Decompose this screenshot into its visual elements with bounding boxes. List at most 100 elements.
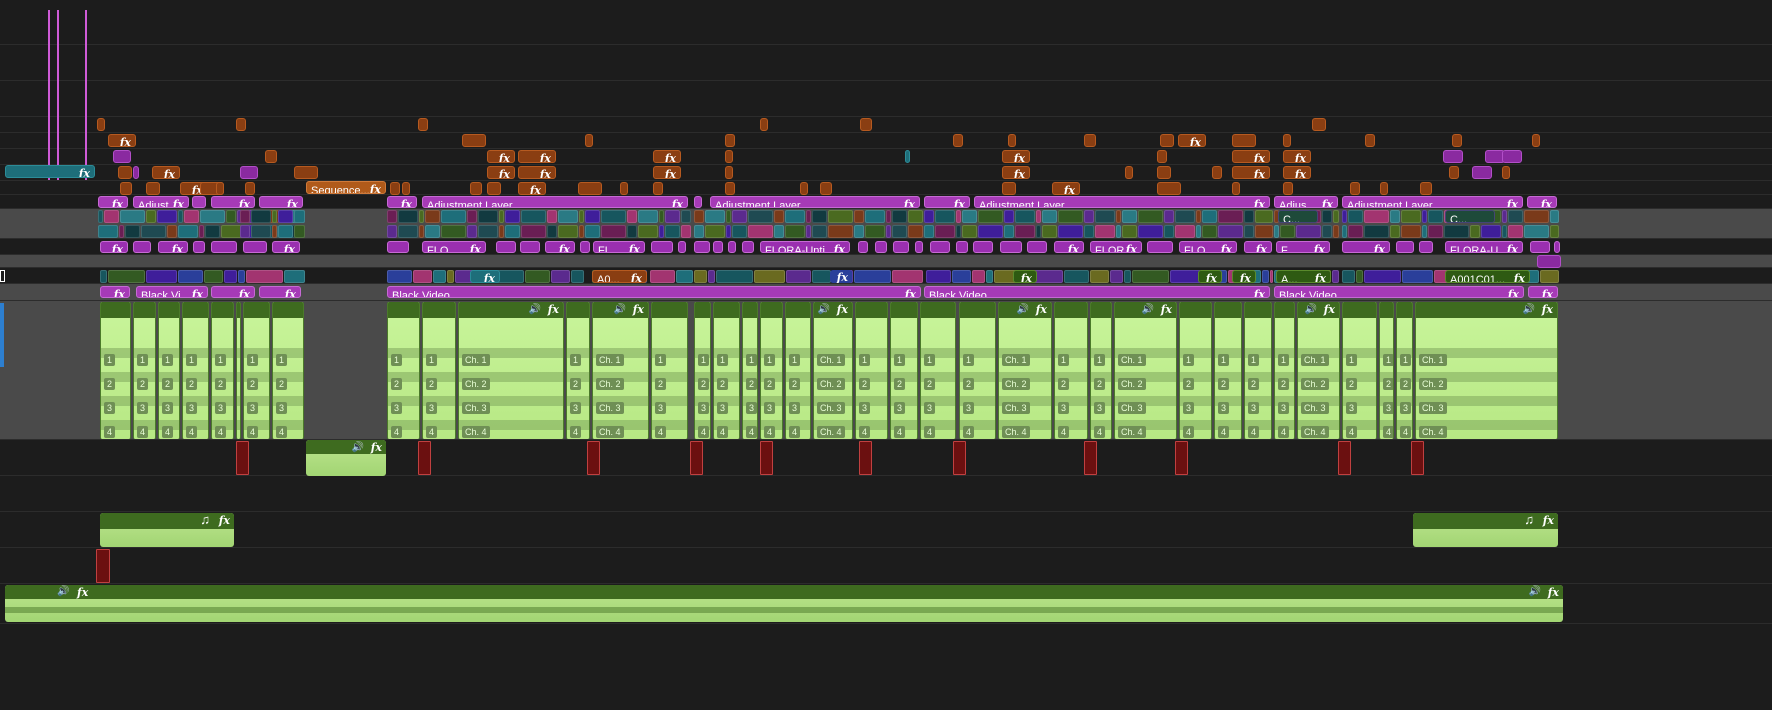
- video-clip[interactable]: [1042, 210, 1057, 223]
- audio-clip[interactable]: Ch. 1 Ch. 2 Ch. 3 Ch. 4 🔊 fx: [458, 302, 564, 439]
- video-clip[interactable]: [521, 225, 546, 238]
- video-clip[interactable]: [178, 225, 198, 238]
- video-clip[interactable]: [601, 225, 626, 238]
- audio-clip[interactable]: 1 2 3 4: [855, 302, 888, 439]
- video-clip[interactable]: [1218, 210, 1243, 223]
- video-clip[interactable]: [467, 225, 477, 238]
- flora-clip[interactable]: [678, 241, 686, 253]
- video-clip[interactable]: [398, 210, 418, 223]
- adjustment-clip[interactable]: Adjust... fx: [133, 196, 189, 208]
- video-clip[interactable]: fx: [152, 166, 180, 179]
- video-clip[interactable]: [638, 210, 658, 223]
- video-clip[interactable]: [240, 225, 250, 238]
- video-clip[interactable]: fx: [1052, 182, 1080, 195]
- video-clip[interactable]: [1296, 225, 1321, 238]
- video-clip[interactable]: [1470, 225, 1480, 238]
- video-clip[interactable]: [240, 210, 250, 223]
- video-clip[interactable]: [1125, 166, 1133, 179]
- video-clip[interactable]: [1472, 166, 1492, 179]
- video-clip[interactable]: [118, 166, 132, 179]
- video-clip[interactable]: fx: [1002, 166, 1030, 179]
- video-clip[interactable]: [558, 225, 578, 238]
- video-clip[interactable]: [1508, 225, 1523, 238]
- video-clip[interactable]: [167, 225, 177, 238]
- video-clip[interactable]: [478, 210, 498, 223]
- video-clip[interactable]: [1283, 134, 1291, 147]
- video-clip[interactable]: [200, 210, 225, 223]
- video-clip[interactable]: [113, 150, 131, 163]
- video-track-v10[interactable]: [0, 81, 1772, 117]
- video-clip[interactable]: [547, 225, 557, 238]
- video-clip[interactable]: [387, 270, 412, 283]
- video-clip[interactable]: [1175, 210, 1195, 223]
- video-clip[interactable]: [1157, 150, 1167, 163]
- flora-clip[interactable]: fx: [100, 241, 128, 253]
- adjustment-clip[interactable]: Adjustment Layer fx: [974, 196, 1270, 208]
- video-clip[interactable]: [953, 134, 963, 147]
- video-clip[interactable]: [1342, 225, 1347, 238]
- video-clip[interactable]: [1342, 270, 1355, 283]
- audio-clip[interactable]: 1 2 3 4: [1396, 302, 1413, 439]
- audio-clip[interactable]: 1 2 3 4: [1214, 302, 1242, 439]
- video-clip[interactable]: [806, 210, 811, 223]
- video-clip[interactable]: [665, 225, 680, 238]
- video-clip[interactable]: [240, 166, 258, 179]
- video-clip[interactable]: fx: [653, 150, 681, 163]
- video-clip[interactable]: [133, 166, 139, 179]
- video-clip[interactable]: [1116, 225, 1121, 238]
- video-clip[interactable]: [1540, 270, 1559, 283]
- video-clip[interactable]: [1364, 210, 1389, 223]
- video-clip[interactable]: [216, 182, 224, 195]
- video-clip[interactable]: [251, 225, 271, 238]
- video-clip[interactable]: [413, 270, 432, 283]
- video-clip[interactable]: [705, 225, 725, 238]
- video-clip[interactable]: [521, 210, 546, 223]
- video-clip[interactable]: C...: [1445, 210, 1495, 223]
- video-clip[interactable]: [1175, 225, 1195, 238]
- video-clip[interactable]: [1064, 270, 1089, 283]
- video-track-v9[interactable]: [0, 117, 1772, 133]
- video-clip[interactable]: [1390, 225, 1400, 238]
- flora-clip[interactable]: FLO... fx: [422, 241, 486, 253]
- video-clip[interactable]: [441, 210, 466, 223]
- video-clip[interactable]: [1443, 150, 1463, 163]
- video-clip[interactable]: [387, 210, 397, 223]
- video-clip[interactable]: [204, 270, 223, 283]
- video-clip[interactable]: fx: [1232, 150, 1270, 163]
- flora-clip[interactable]: [742, 241, 754, 253]
- video-clip[interactable]: [585, 134, 593, 147]
- video-clip[interactable]: [1232, 182, 1240, 195]
- video-clip[interactable]: [924, 210, 934, 223]
- flora-clip[interactable]: [1530, 241, 1550, 253]
- video-clip[interactable]: [1164, 210, 1174, 223]
- video-clip[interactable]: [1537, 255, 1561, 268]
- video-clip[interactable]: [908, 225, 923, 238]
- video-clip[interactable]: [433, 270, 446, 283]
- video-clip[interactable]: [294, 210, 305, 223]
- video-clip[interactable]: [892, 210, 907, 223]
- flora-clip[interactable]: FLORA-Unti... fx: [760, 241, 850, 253]
- video-clip[interactable]: [1122, 225, 1137, 238]
- adjustment-clip[interactable]: fx: [387, 196, 417, 208]
- flora-clip[interactable]: FL... fx: [593, 241, 645, 253]
- video-clip[interactable]: [1015, 225, 1035, 238]
- audio-clip[interactable]: 1 2 3 4: [100, 302, 131, 439]
- audio-clip[interactable]: 1 2 3 4: [785, 302, 811, 439]
- video-clip[interactable]: [467, 210, 477, 223]
- video-clip[interactable]: [265, 150, 277, 163]
- audio-clip[interactable]: [587, 441, 600, 475]
- audio-clip[interactable]: Ch. 1 Ch. 2 Ch. 3 Ch. 4 🔊 fx: [1415, 302, 1558, 439]
- video-clip[interactable]: [478, 225, 498, 238]
- audio-clip[interactable]: Ch. 1 Ch. 2 Ch. 3 Ch. 4 🔊 fx: [813, 302, 853, 439]
- video-clip[interactable]: [184, 210, 199, 223]
- audio-track-a2[interactable]: [0, 440, 1772, 476]
- video-clip[interactable]: [1218, 225, 1243, 238]
- adjustment-clip[interactable]: Adjustment Layer fx: [1342, 196, 1523, 208]
- audio-clip[interactable]: 1 2 3 4: [1090, 302, 1112, 439]
- video-clip[interactable]: [1270, 270, 1273, 283]
- audio-clip[interactable]: 1 2 3 4: [760, 302, 783, 439]
- audio-clip[interactable]: 1 2 3 4: [211, 302, 234, 439]
- video-clip[interactable]: [665, 210, 680, 223]
- video-clip[interactable]: [1444, 225, 1469, 238]
- flora-clip[interactable]: fx: [158, 241, 188, 253]
